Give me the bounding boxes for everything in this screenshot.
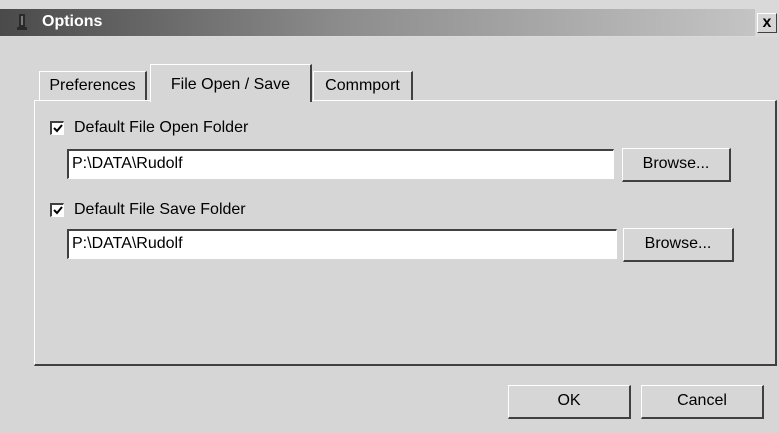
- title-bar: Options x: [0, 0, 779, 37]
- close-icon[interactable]: x: [757, 13, 777, 33]
- open-folder-browse-button[interactable]: Browse...: [622, 148, 731, 182]
- check-icon: [53, 206, 63, 215]
- tab-file-open-save[interactable]: File Open / Save: [150, 64, 312, 102]
- ok-button[interactable]: OK: [508, 385, 631, 419]
- title-bar-background: [0, 9, 755, 36]
- app-icon: [14, 12, 34, 32]
- cancel-button[interactable]: Cancel: [641, 385, 764, 419]
- save-folder-browse-button[interactable]: Browse...: [623, 228, 734, 262]
- open-folder-label: Default File Open Folder: [74, 119, 249, 136]
- save-folder-label: Default File Save Folder: [74, 201, 246, 218]
- check-icon: [53, 124, 63, 133]
- window-title: Options: [42, 13, 103, 30]
- tab-commport[interactable]: Commport: [313, 71, 413, 101]
- open-folder-path-input[interactable]: P:\DATA\Rudolf: [67, 149, 614, 179]
- tab-preferences[interactable]: Preferences: [39, 71, 147, 101]
- open-folder-checkbox[interactable]: [50, 121, 64, 135]
- save-folder-checkbox[interactable]: [50, 203, 64, 217]
- save-folder-path-input[interactable]: P:\DATA\Rudolf: [67, 229, 617, 259]
